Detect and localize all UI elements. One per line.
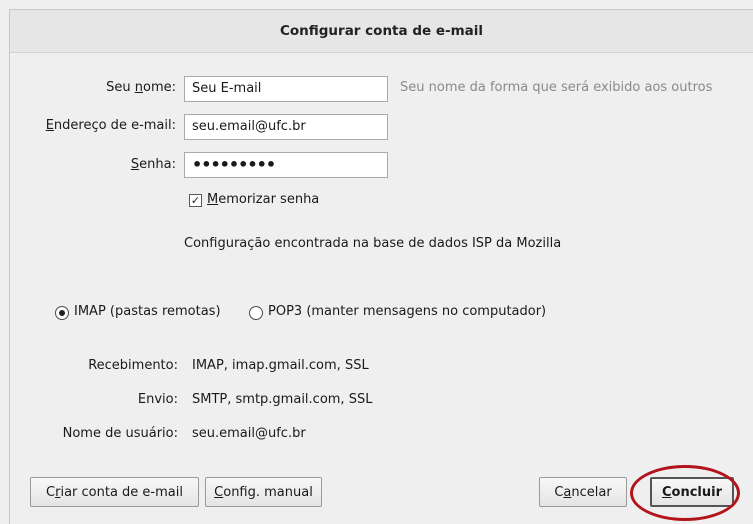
check-icon: ✓	[190, 194, 201, 207]
pop3-radio[interactable]	[249, 306, 263, 320]
dialog-title-text: Configurar conta de e-mail	[279, 23, 484, 39]
name-input[interactable]: Seu E-mail	[184, 76, 388, 102]
manual-config-button[interactable]: Config. manual	[205, 477, 322, 507]
email-label: Endereço de e-mail:	[45, 118, 176, 133]
username-label: Nome de usuário:	[62, 426, 178, 441]
incoming-value: IMAP, imap.gmail.com, SSL	[192, 358, 369, 373]
remember-password-checkbox[interactable]: ✓	[189, 194, 202, 207]
name-label: Seu nome:	[106, 80, 176, 95]
password-label: Senha:	[130, 157, 176, 172]
password-input[interactable]: •••••••••	[184, 152, 388, 178]
create-account-button[interactable]: Cr iar conta de e-mail	[30, 477, 199, 507]
outgoing-label: Envio:	[137, 392, 178, 407]
email-input[interactable]: seu.email@ufc.br	[184, 114, 388, 140]
name-hint: Seu nome da forma que será exibido aos o…	[400, 80, 713, 95]
outgoing-value: SMTP, smtp.gmail.com, SSL	[192, 392, 373, 407]
remember-password-label[interactable]: Memorizar senha	[207, 192, 319, 207]
username-value: seu.email@ufc.br	[192, 426, 306, 441]
done-button[interactable]: Concluir	[650, 477, 734, 507]
incoming-label: Recebimento:	[88, 358, 178, 373]
imap-radio[interactable]	[55, 306, 69, 320]
config-found-message: Configuração encontrada na base de dados…	[184, 236, 562, 251]
dialog-title: Configurar conta de e-mail	[10, 10, 753, 53]
cancel-button[interactable]: Ca ncelar	[539, 477, 627, 507]
imap-radio-label[interactable]: IMAP (pastas remotas)	[74, 304, 221, 319]
pop3-radio-label[interactable]: POP3 (manter mensagens no computador)	[268, 304, 546, 319]
